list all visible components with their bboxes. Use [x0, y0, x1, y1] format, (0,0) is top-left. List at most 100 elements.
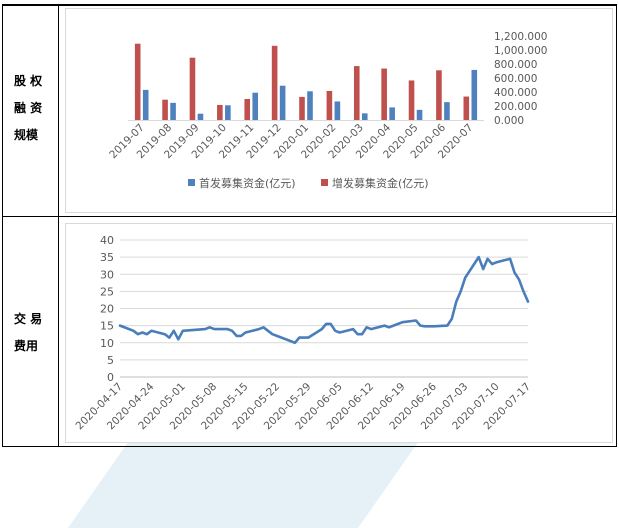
data-point — [137, 333, 139, 336]
row-label-line: 交 易 — [14, 312, 43, 326]
data-point — [208, 326, 211, 329]
data-point — [486, 257, 489, 260]
bar-additional — [271, 45, 278, 120]
data-point — [415, 319, 417, 322]
bar-first — [361, 113, 368, 120]
y-tick-label: 1,200.000 — [494, 31, 547, 43]
data-point — [132, 329, 135, 332]
bar-first — [444, 102, 450, 120]
y-tick-label: 5 — [107, 354, 114, 367]
data-point — [450, 317, 453, 320]
legend-label-additional: 增发募集资金(亿元) — [332, 176, 429, 190]
data-point — [325, 323, 328, 325]
data-point — [168, 336, 171, 339]
data-point — [262, 326, 265, 329]
data-point — [338, 331, 341, 334]
data-point — [464, 276, 467, 279]
bar-additional — [162, 99, 168, 120]
data-point — [383, 324, 386, 327]
y-tick-label: 800.000 — [494, 59, 537, 71]
table-border-top — [2, 4, 617, 6]
data-point — [455, 300, 458, 303]
data-point — [181, 329, 184, 332]
data-point — [495, 261, 498, 264]
bar-additional — [463, 96, 470, 120]
data-point — [513, 271, 516, 274]
data-point — [258, 328, 260, 330]
data-point — [172, 329, 175, 332]
table-column-divider — [58, 4, 59, 447]
y-tick-label: 25 — [100, 285, 114, 298]
page: 股 权 融 资 规模 交 易 费用 0.000 200.000 400.000 600… — [0, 0, 619, 528]
bar-additional — [217, 104, 223, 120]
bar-additional — [326, 90, 333, 120]
data-point — [352, 328, 355, 330]
data-point — [271, 333, 274, 336]
y-tick-label: 0 — [107, 371, 114, 384]
y-tick-label: 200.000 — [494, 101, 537, 113]
data-point — [446, 324, 449, 327]
data-point — [365, 326, 368, 329]
data-point — [276, 335, 278, 337]
bar-first — [170, 102, 176, 120]
data-point — [527, 300, 529, 303]
data-point — [231, 329, 233, 332]
bar-first — [197, 113, 204, 120]
data-point — [150, 329, 153, 332]
y-tick-label: 10 — [100, 337, 114, 350]
data-point — [213, 328, 216, 330]
data-point — [522, 290, 525, 293]
data-point — [298, 336, 301, 339]
y-tick-label: 20 — [100, 303, 114, 316]
row-label-trading-cost: 交 易 费用 — [14, 306, 42, 360]
y-tick-label: 0.000 — [494, 115, 524, 127]
data-point — [267, 329, 269, 332]
table-border-middle — [2, 216, 617, 217]
data-point — [119, 324, 121, 327]
bar-additional — [189, 57, 196, 120]
row-label-line: 融 资 — [14, 101, 43, 115]
bar-first — [389, 107, 395, 120]
bar-first — [307, 91, 313, 120]
bar-first — [142, 89, 149, 120]
bar-additional — [381, 68, 387, 120]
table-border-bottom — [2, 446, 617, 447]
data-point — [244, 331, 247, 334]
y-tick-label: 30 — [100, 268, 114, 281]
bar-additional — [244, 99, 251, 120]
bar-additional — [436, 70, 442, 120]
data-point — [302, 336, 305, 339]
data-point — [388, 326, 390, 329]
data-point — [509, 257, 511, 260]
y-tick-label: 400.000 — [494, 87, 537, 99]
data-point — [356, 333, 359, 336]
row-label-line: 费用 — [14, 339, 39, 353]
data-point — [226, 328, 229, 330]
data-point — [392, 324, 395, 327]
data-point — [235, 335, 238, 337]
bar-first — [416, 109, 423, 120]
data-point — [289, 340, 292, 342]
data-point — [141, 331, 144, 334]
data-point — [428, 325, 431, 328]
data-point — [370, 328, 372, 330]
data-point — [329, 323, 332, 325]
data-point — [293, 341, 296, 344]
data-point — [361, 333, 364, 336]
bar-first — [279, 85, 286, 120]
legend-label-first: 首发募集资金(亿元) — [199, 176, 296, 190]
equity-financing-bar-chart: 0.000 200.000 400.000 600.000 800.000 1,000.0… — [65, 8, 613, 213]
bar-additional — [408, 80, 415, 120]
data-point — [240, 335, 242, 337]
table-border-right — [616, 4, 617, 447]
y-tick-label: 1,000.000 — [494, 45, 547, 57]
data-point — [477, 256, 480, 259]
row-label-equity-financing: 股 权 融 资 规模 — [14, 68, 42, 149]
bar-first — [334, 101, 341, 120]
data-point — [204, 328, 207, 330]
data-point — [397, 323, 399, 325]
legend-swatch-first — [188, 179, 195, 186]
row-label-line: 股 权 — [14, 74, 43, 88]
y-tick-label: 15 — [100, 320, 114, 333]
data-point — [432, 325, 435, 328]
